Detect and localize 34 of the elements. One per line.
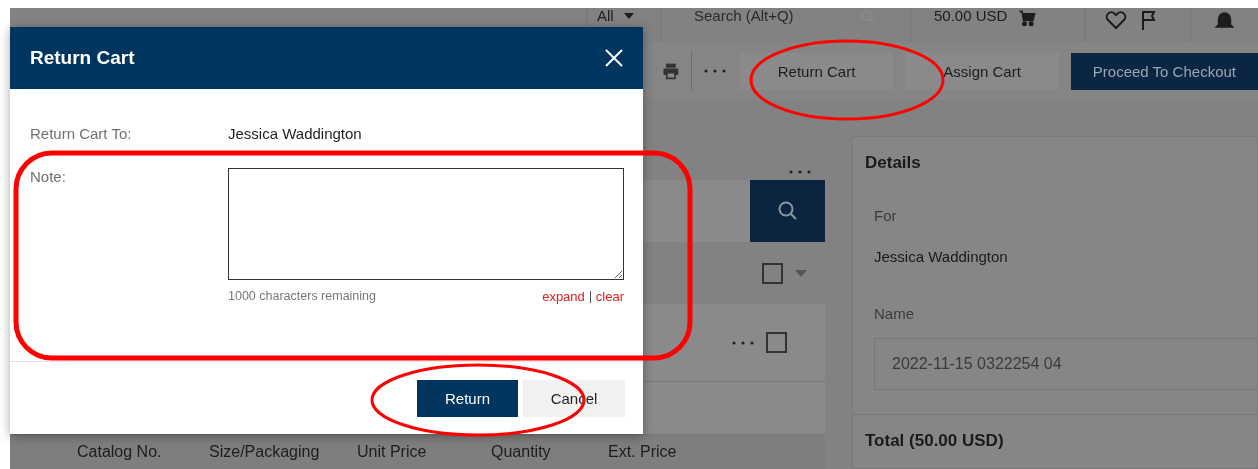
print-icon[interactable] <box>661 61 681 81</box>
dialog-title: Return Cart <box>30 47 135 69</box>
field-label: Name <box>873 304 915 322</box>
field-label: For <box>873 206 898 224</box>
item-checkbox[interactable] <box>766 332 787 353</box>
column-header: Quantity <box>491 443 552 461</box>
search-button[interactable] <box>750 180 825 242</box>
search-field[interactable]: Search (Alt+Q) <box>694 8 794 23</box>
panel-title: Total (50.00 USD) <box>853 414 1257 467</box>
caret-icon[interactable] <box>623 13 634 19</box>
toolbar-button[interactable]: Return Cart <box>739 52 894 90</box>
name-field[interactable]: 2022-11-15 0322254 04 <box>874 338 1257 390</box>
text-link[interactable]: clear <box>595 289 624 304</box>
select-all-checkbox[interactable] <box>762 262 783 284</box>
return-button[interactable]: Return <box>417 379 518 417</box>
heart-icon[interactable] <box>1104 8 1128 32</box>
cart-icon <box>1017 8 1038 28</box>
note-field[interactable] <box>228 168 624 280</box>
field-label: Note: <box>30 168 67 187</box>
field-value: Jessica Waddington <box>228 125 363 142</box>
cart-total: 50.00 USD <box>934 8 1008 23</box>
field-value: Jessica Waddington <box>873 247 1009 265</box>
text-link[interactable]: expand <box>542 289 585 304</box>
column-header: Catalog No. <box>77 443 163 461</box>
close-button[interactable] <box>603 47 625 69</box>
column-header: Size/Packaging <box>209 443 321 461</box>
panel-title: Details <box>864 152 922 173</box>
column-header: Unit Price <box>357 443 428 461</box>
field-label: Return Cart To: <box>30 125 133 142</box>
toolbar-button[interactable]: Assign Cart <box>905 52 1059 90</box>
scope-dropdown[interactable]: All <box>597 8 614 23</box>
character-count: 1000 characters remaining <box>228 289 376 304</box>
toolbar-button[interactable]: Proceed To Checkout <box>1070 52 1258 90</box>
column-header: Ext. Price <box>608 443 678 461</box>
